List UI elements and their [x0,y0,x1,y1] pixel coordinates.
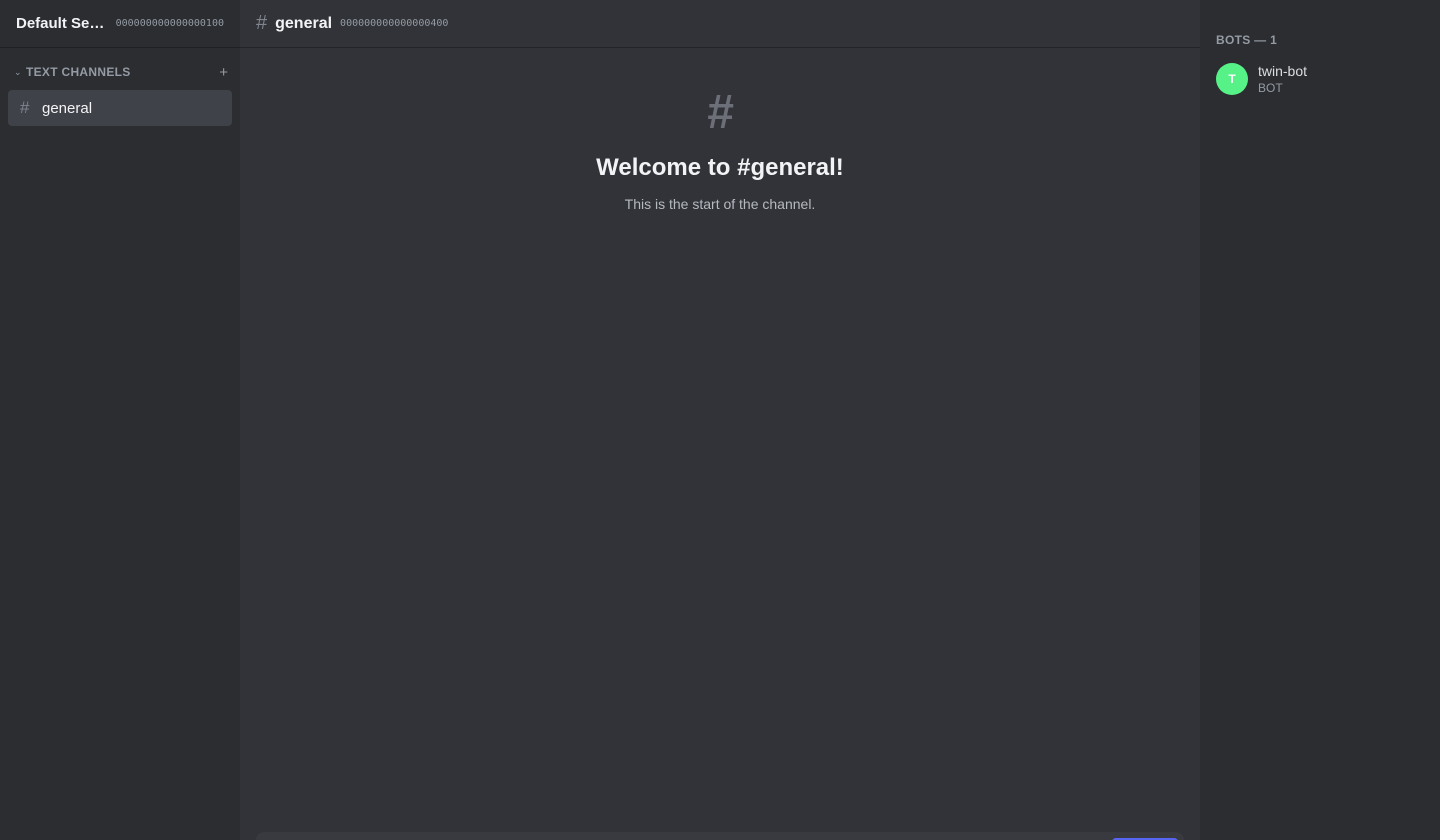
member-list: BOTS — 1 T twin-bot BOT [1200,0,1440,840]
sidebar-item-general[interactable]: # general [8,90,232,126]
avatar: T [1216,63,1248,95]
channel-title: general [275,14,333,32]
member-group-header: BOTS — 1 [1216,33,1278,47]
channel-welcome: # Welcome to #general! This is the start… [240,84,1200,212]
message-input[interactable] [256,832,1184,840]
add-channel-icon[interactable]: + [219,65,228,80]
channel-label: general [42,99,93,117]
member-name: twin-bot [1258,62,1308,79]
member-item-twin-bot[interactable]: T twin-bot BOT [1216,62,1432,96]
channel-sidebar: Default Server 000000000000000100 ⌄ TEXT… [0,0,240,840]
channel-header: # general 000000000000000400 [240,0,1200,48]
welcome-subtitle: This is the start of the channel. [624,196,816,212]
server-id: 000000000000000100 [115,18,224,29]
server-name: Default Server [16,15,108,32]
hash-icon: # [706,86,734,139]
hash-icon: # [20,98,30,117]
category-label: TEXT CHANNELS [26,65,131,79]
member-text: twin-bot BOT [1258,63,1307,96]
app-window: Default Server 000000000000000100 ⌄ TEXT… [0,0,1440,840]
category-text-channels[interactable]: ⌄ TEXT CHANNELS + [0,62,240,82]
channel-id: 000000000000000400 [340,18,449,29]
chat-area: # general 000000000000000400 # Welcome t… [240,0,1200,840]
hash-icon: # [256,12,268,34]
welcome-title: Welcome to #general! [596,154,844,181]
member-tag: BOT [1258,80,1283,95]
server-header[interactable]: Default Server 000000000000000100 [0,0,240,48]
chevron-down-icon: ⌄ [14,66,22,77]
